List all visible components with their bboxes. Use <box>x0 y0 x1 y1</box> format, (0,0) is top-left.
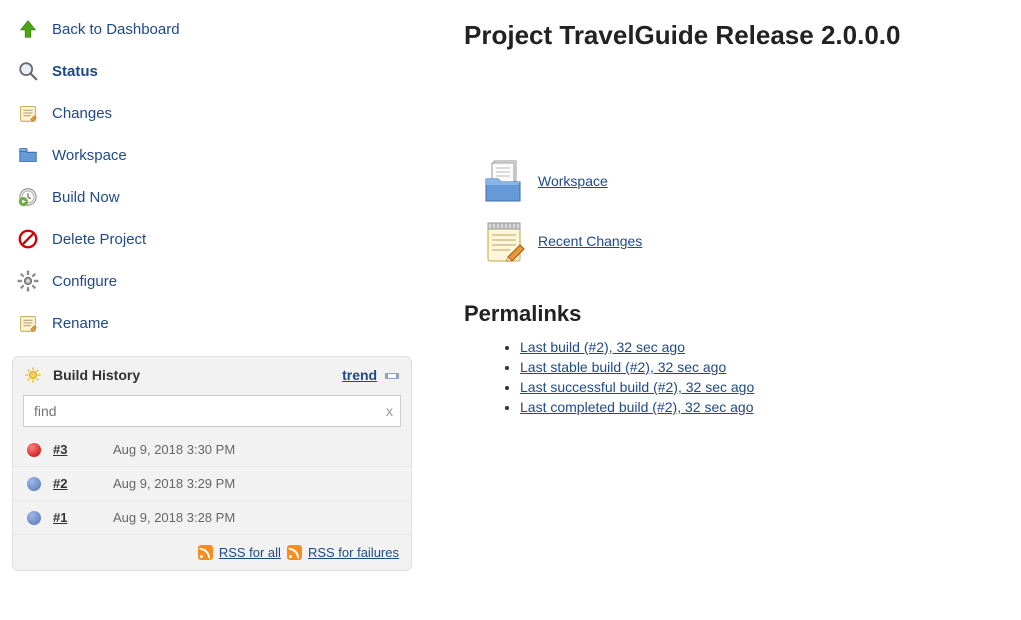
build-row[interactable]: #1 Aug 9, 2018 3:28 PM <box>13 501 411 535</box>
permalink-last-stable[interactable]: Last stable build (#2), 32 sec ago <box>520 359 726 375</box>
nav-changes[interactable]: Changes <box>12 92 412 134</box>
workspace-link[interactable]: Workspace <box>538 173 608 189</box>
nav-build-now[interactable]: Build Now <box>12 176 412 218</box>
page-title: Project TravelGuide Release 2.0.0.0 <box>464 20 1001 51</box>
build-date: Aug 9, 2018 3:28 PM <box>113 510 235 525</box>
rss-all-link[interactable]: RSS for all <box>219 545 281 560</box>
nav-label: Delete Project <box>52 231 146 248</box>
build-status-blue-icon <box>27 511 41 525</box>
nav-label: Back to Dashboard <box>52 21 180 38</box>
nav-label: Rename <box>52 315 109 332</box>
nav-configure[interactable]: Configure <box>12 260 412 302</box>
build-date: Aug 9, 2018 3:29 PM <box>113 476 235 491</box>
rss-icon <box>287 545 302 560</box>
nav-workspace[interactable]: Workspace <box>12 134 412 176</box>
nav-label: Status <box>52 63 98 80</box>
nav-back-to-dashboard[interactable]: Back to Dashboard <box>12 8 412 50</box>
gear-icon <box>16 269 40 293</box>
rss-failures-link[interactable]: RSS for failures <box>308 545 399 560</box>
sun-icon <box>25 367 41 383</box>
build-number-link[interactable]: #3 <box>53 442 113 457</box>
clear-icon[interactable]: x <box>386 403 393 419</box>
build-date: Aug 9, 2018 3:30 PM <box>113 442 235 457</box>
notepad-pencil-icon <box>16 311 40 335</box>
recent-changes-link[interactable]: Recent Changes <box>538 233 642 249</box>
folder-icon <box>16 143 40 167</box>
nav-delete-project[interactable]: Delete Project <box>12 218 412 260</box>
find-input[interactable] <box>23 395 401 427</box>
nav-label: Workspace <box>52 147 127 164</box>
nav-label: Build Now <box>52 189 120 206</box>
notepad-icon <box>16 101 40 125</box>
permalinks-heading: Permalinks <box>464 301 1001 327</box>
build-number-link[interactable]: #1 <box>53 510 113 525</box>
build-status-red-icon <box>27 443 41 457</box>
permalink-last-completed[interactable]: Last completed build (#2), 32 sec ago <box>520 399 753 415</box>
build-row[interactable]: #2 Aug 9, 2018 3:29 PM <box>13 467 411 501</box>
collapse-icon[interactable] <box>385 373 399 379</box>
permalinks-list: Last build (#2), 32 sec ago Last stable … <box>520 339 1001 415</box>
nav-label: Configure <box>52 273 117 290</box>
nav-label: Changes <box>52 105 112 122</box>
search-icon <box>16 59 40 83</box>
permalink-last-build[interactable]: Last build (#2), 32 sec ago <box>520 339 685 355</box>
build-history-panel: Build History trend x #3 Aug 9, 2018 3:3… <box>12 356 412 571</box>
nav-rename[interactable]: Rename <box>12 302 412 344</box>
build-row[interactable]: #3 Aug 9, 2018 3:30 PM <box>13 433 411 467</box>
clock-play-icon <box>16 185 40 209</box>
rss-icon <box>198 545 213 560</box>
trend-link[interactable]: trend <box>342 367 377 383</box>
build-number-link[interactable]: #2 <box>53 476 113 491</box>
delete-icon <box>16 227 40 251</box>
up-arrow-icon <box>16 17 40 41</box>
permalink-last-successful[interactable]: Last successful build (#2), 32 sec ago <box>520 379 754 395</box>
build-history-title: Build History <box>53 367 140 383</box>
notepad-pencil-large-icon <box>480 217 528 265</box>
nav-status[interactable]: Status <box>12 50 412 92</box>
build-status-blue-icon <box>27 477 41 491</box>
folder-document-icon <box>480 157 528 205</box>
